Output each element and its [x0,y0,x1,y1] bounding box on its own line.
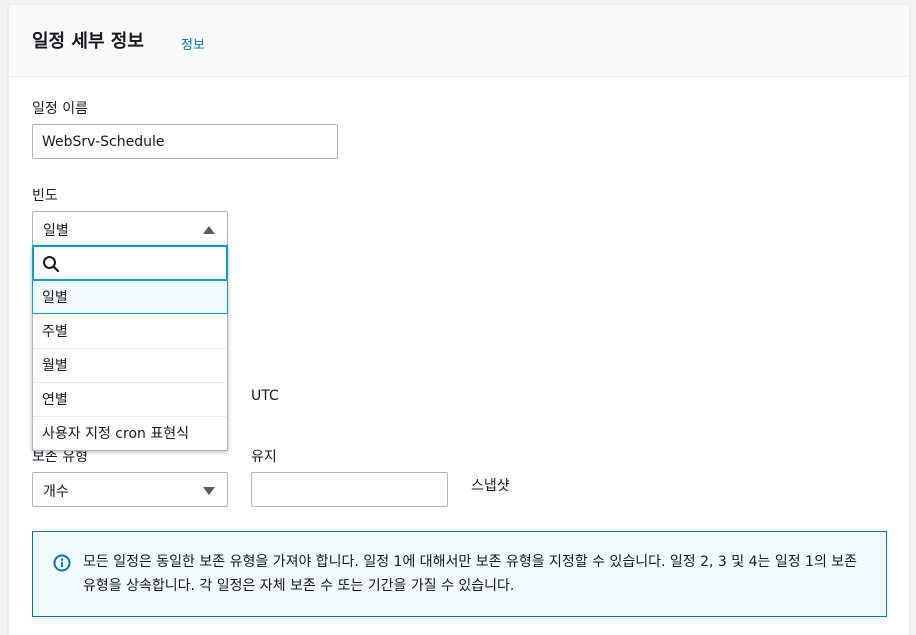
retention-type-selected-value: 개수 [43,484,69,500]
schedule-details-panel: 일정 세부 정보 정보 일정 이름 빈도 일별 UTC 보존 유형 개수 유지 … [8,4,910,635]
retain-input[interactable] [251,472,448,507]
info-link[interactable]: 정보 [181,34,205,53]
panel-title: 일정 세부 정보 [32,31,144,52]
frequency-dropdown: 일별 주별 월별 연별 사용자 지정 cron 표현식 [32,245,228,451]
frequency-label: 빈도 [32,188,58,204]
frequency-option-monthly[interactable]: 월별 [33,348,227,382]
schedule-name-label: 일정 이름 [32,101,88,117]
retain-unit: 스냅샷 [471,478,510,494]
frequency-option-weekly[interactable]: 주별 [33,314,227,348]
panel-header: 일정 세부 정보 정보 [9,5,909,77]
frequency-search-input[interactable] [64,247,224,279]
frequency-option-yearly[interactable]: 연별 [33,382,227,416]
frequency-selected-value: 일별 [43,223,69,239]
alert-text: 모든 일정은 동일한 보존 유형을 가져야 합니다. 일정 1에 대해서만 보존… [83,554,858,594]
frequency-select[interactable]: 일별 [32,211,228,246]
frequency-search-box[interactable] [32,245,228,281]
info-alert: 모든 일정은 동일한 보존 유형을 가져야 합니다. 일정 1에 대해서만 보존… [32,531,887,617]
caret-down-icon [203,487,215,495]
info-circle-icon [53,554,71,572]
frequency-option-daily[interactable]: 일별 [32,280,228,314]
search-icon [43,256,60,273]
timezone-label: UTC [251,388,279,404]
retention-type-select[interactable]: 개수 [32,472,228,507]
schedule-name-input[interactable] [32,124,338,159]
retain-label: 유지 [251,449,277,465]
caret-up-icon [203,226,215,234]
frequency-option-custom-cron[interactable]: 사용자 지정 cron 표현식 [33,416,227,450]
